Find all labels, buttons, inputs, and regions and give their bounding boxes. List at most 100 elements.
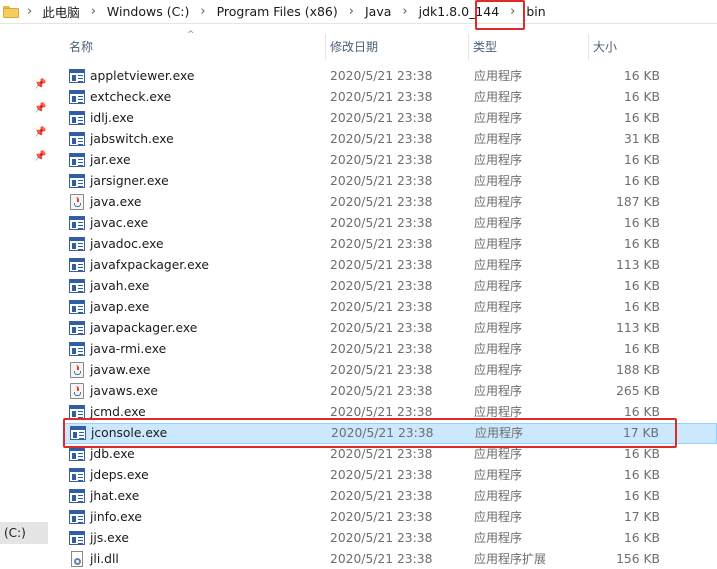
exe-icon [69, 216, 85, 231]
breadcrumb-program-files-x86[interactable]: Program Files (x86) [215, 4, 340, 19]
file-name: jhat.exe [90, 489, 140, 503]
file-type: 应用程序 [474, 90, 523, 104]
file-row[interactable]: jhat.exe 2020/5/21 23:38 应用程序 16 KB [50, 486, 717, 507]
file-type: 应用程序 [474, 216, 523, 230]
breadcrumb-separator[interactable]: › [340, 4, 363, 19]
breadcrumb-windows-c[interactable]: Windows (C:) [105, 4, 191, 19]
exe-icon [69, 447, 85, 462]
exe-icon [69, 279, 85, 294]
pin-icon[interactable]: 📌 [34, 104, 46, 114]
breadcrumb-separator[interactable]: › [191, 4, 214, 19]
exe-icon [69, 468, 85, 483]
breadcrumb-this-pc[interactable]: 此电脑 [40, 2, 82, 21]
nav-item-drive-c[interactable]: (C:) [0, 522, 48, 544]
file-size: 16 KB [623, 153, 660, 167]
file-name: javah.exe [90, 279, 150, 293]
pin-icon[interactable]: 📌 [34, 80, 46, 90]
file-date: 2020/5/21 23:38 [330, 132, 433, 146]
folder-icon [3, 5, 19, 18]
file-size: 16 KB [623, 489, 660, 503]
file-size: 265 KB [616, 384, 660, 398]
file-date: 2020/5/21 23:38 [330, 363, 433, 377]
file-size: 16 KB [623, 279, 660, 293]
file-type: 应用程序 [474, 384, 523, 398]
breadcrumb-separator[interactable]: › [25, 4, 40, 19]
exe-icon [69, 90, 85, 105]
file-size: 16 KB [623, 111, 660, 125]
file-row[interactable]: jli.dll 2020/5/21 23:38 应用程序扩展 156 KB [50, 549, 717, 569]
column-header-date[interactable]: 修改日期 [325, 34, 468, 60]
file-type: 应用程序 [474, 195, 523, 209]
file-name: javac.exe [90, 216, 149, 230]
file-name: jar.exe [90, 153, 131, 167]
breadcrumb-bin[interactable]: bin [524, 4, 547, 19]
exe-icon [69, 174, 85, 189]
address-bar[interactable]: › 此电脑 › Windows (C:) › Program Files (x8… [0, 0, 717, 24]
file-size: 113 KB [616, 258, 660, 272]
file-date: 2020/5/21 23:38 [330, 258, 433, 272]
pin-icon[interactable]: 📌 [34, 128, 46, 138]
file-date: 2020/5/21 23:38 [330, 510, 433, 524]
file-row[interactable]: extcheck.exe 2020/5/21 23:38 应用程序 16 KB [50, 87, 717, 108]
java-icon [69, 362, 85, 378]
breadcrumb-java[interactable]: Java [363, 4, 393, 19]
file-date: 2020/5/21 23:38 [330, 195, 433, 209]
file-row[interactable]: jdeps.exe 2020/5/21 23:38 应用程序 16 KB [50, 465, 717, 486]
file-row[interactable]: idlj.exe 2020/5/21 23:38 应用程序 16 KB [50, 108, 717, 129]
exe-icon [69, 300, 85, 315]
file-row[interactable]: jjs.exe 2020/5/21 23:38 应用程序 16 KB [50, 528, 717, 549]
file-row[interactable]: javadoc.exe 2020/5/21 23:38 应用程序 16 KB [50, 234, 717, 255]
pin-icon[interactable]: 📌 [34, 152, 46, 162]
file-type: 应用程序 [474, 279, 523, 293]
column-header-name[interactable]: 名称 [65, 34, 325, 60]
file-name: java.exe [90, 195, 142, 209]
exe-icon [69, 489, 85, 504]
file-size: 16 KB [623, 237, 660, 251]
breadcrumb-separator[interactable]: › [393, 4, 416, 19]
exe-icon [69, 132, 85, 147]
file-row[interactable]: javapackager.exe 2020/5/21 23:38 应用程序 113 K… [50, 318, 717, 339]
file-row[interactable]: javap.exe 2020/5/21 23:38 应用程序 16 KB [50, 297, 717, 318]
exe-icon [69, 237, 85, 252]
file-list: appletviewer.exe 2020/5/21 23:38 应用程序 16 KB… [50, 66, 717, 569]
file-row[interactable]: java-rmi.exe 2020/5/21 23:38 应用程序 16 KB [50, 339, 717, 360]
file-size: 16 KB [623, 174, 660, 188]
file-name: javaws.exe [90, 384, 158, 398]
file-row[interactable]: javah.exe 2020/5/21 23:38 应用程序 16 KB [50, 276, 717, 297]
file-name: jinfo.exe [90, 510, 142, 524]
file-size: 16 KB [623, 69, 660, 83]
file-row[interactable]: javafxpackager.exe 2020/5/21 23:38 应用程序 113… [50, 255, 717, 276]
file-type: 应用程序 [474, 489, 523, 503]
file-size: 156 KB [616, 552, 660, 566]
file-size: 16 KB [623, 216, 660, 230]
file-date: 2020/5/21 23:38 [330, 90, 433, 104]
column-header-size[interactable]: 大小 [588, 34, 668, 60]
file-type: 应用程序 [474, 300, 523, 314]
file-type: 应用程序扩展 [474, 552, 547, 566]
breadcrumb-separator[interactable]: › [82, 4, 105, 19]
file-size: 16 KB [623, 90, 660, 104]
file-type: 应用程序 [474, 132, 523, 146]
file-date: 2020/5/21 23:38 [330, 321, 433, 335]
file-row[interactable]: java.exe 2020/5/21 23:38 应用程序 187 KB [50, 192, 717, 213]
exe-icon [69, 321, 85, 336]
file-name: extcheck.exe [90, 90, 172, 104]
file-name: javaw.exe [90, 363, 151, 377]
file-date: 2020/5/21 23:38 [330, 237, 433, 251]
file-row[interactable]: javaws.exe 2020/5/21 23:38 应用程序 265 KB [50, 381, 717, 402]
exe-icon [69, 531, 85, 546]
dll-icon [69, 551, 85, 567]
file-row[interactable]: jinfo.exe 2020/5/21 23:38 应用程序 17 KB [50, 507, 717, 528]
file-name: java-rmi.exe [90, 342, 167, 356]
file-row[interactable]: jar.exe 2020/5/21 23:38 应用程序 16 KB [50, 150, 717, 171]
file-row[interactable]: jabswitch.exe 2020/5/21 23:38 应用程序 31 KB [50, 129, 717, 150]
annotation-box-bin [475, 0, 525, 30]
file-row[interactable]: javaw.exe 2020/5/21 23:38 应用程序 188 KB [50, 360, 717, 381]
column-header-type[interactable]: 类型 [468, 34, 588, 60]
file-row[interactable]: javac.exe 2020/5/21 23:38 应用程序 16 KB [50, 213, 717, 234]
file-row[interactable]: jarsigner.exe 2020/5/21 23:38 应用程序 16 KB [50, 171, 717, 192]
file-name: javadoc.exe [90, 237, 164, 251]
file-date: 2020/5/21 23:38 [330, 342, 433, 356]
file-row[interactable]: appletviewer.exe 2020/5/21 23:38 应用程序 16 KB [50, 66, 717, 87]
file-name: jli.dll [90, 552, 119, 566]
